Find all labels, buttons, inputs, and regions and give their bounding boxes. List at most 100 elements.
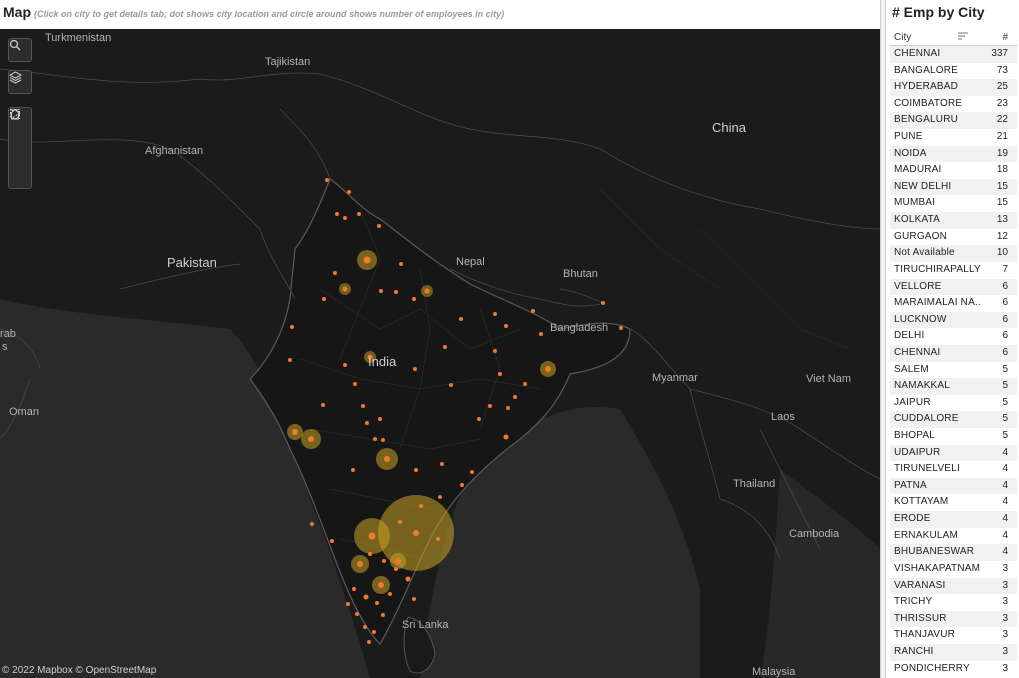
- table-row[interactable]: THANJAVUR 3: [890, 627, 1017, 644]
- table-row[interactable]: KOLKATA 13: [890, 212, 1017, 229]
- city-dot: [343, 216, 347, 220]
- table-row[interactable]: CUDDALORE 5: [890, 411, 1017, 429]
- city-name: THANJAVUR: [894, 629, 956, 641]
- city-dot: [292, 429, 298, 435]
- city-dot: [545, 366, 551, 372]
- city-dot: [470, 470, 474, 474]
- table-row[interactable]: MADURAI 18: [890, 162, 1017, 179]
- table-row[interactable]: NAMAKKAL 5: [890, 378, 1017, 395]
- city-dot: [438, 495, 442, 499]
- city-dot: [363, 625, 367, 629]
- map-canvas[interactable]: Turkmenistan Tajikistan Afghanistan Paki…: [0, 29, 880, 678]
- city-dot: [368, 532, 376, 540]
- city-dot: [343, 363, 347, 367]
- label-pakistan: Pakistan: [167, 255, 217, 270]
- city-dot: [363, 256, 371, 264]
- table-row[interactable]: VARANASI 3: [890, 577, 1017, 595]
- city-dot: [365, 421, 369, 425]
- city-dot: [382, 559, 386, 563]
- table-row[interactable]: PONDICHERRY 3: [890, 661, 1017, 678]
- label-arabia-partial-2: s: [2, 341, 8, 353]
- table-row[interactable]: NEW DELHI 15: [890, 178, 1017, 196]
- table-row[interactable]: TIRUCHIRAPALLY 7: [890, 262, 1017, 279]
- table-row[interactable]: Not Available 10: [890, 245, 1017, 262]
- employee-count: 5: [1002, 396, 1008, 408]
- table-row[interactable]: COIMBATORE 23: [890, 96, 1017, 113]
- table-row[interactable]: HYDERABAD 25: [890, 79, 1017, 96]
- employee-count: 15: [996, 180, 1008, 192]
- table-row[interactable]: JAIPUR 5: [890, 395, 1017, 412]
- table-row[interactable]: MARAIMALAI NA.. 6: [890, 295, 1017, 312]
- table-row[interactable]: VISHAKAPATNAM 3: [890, 561, 1017, 578]
- table-row[interactable]: ERNAKULAM 4: [890, 528, 1017, 545]
- rect-select-icon[interactable]: [10, 109, 30, 148]
- table-row[interactable]: BHUBANESWAR 4: [890, 544, 1017, 561]
- table-row[interactable]: TRICHY 3: [890, 594, 1017, 611]
- map-subtitle: (Click on city to get details tab; dot s…: [34, 9, 505, 19]
- map-layers-button[interactable]: [8, 70, 32, 94]
- city-dot: [372, 630, 376, 634]
- radial-select-icon[interactable]: [10, 109, 30, 168]
- city-dot: [619, 326, 623, 330]
- city-dot: [352, 587, 356, 591]
- table-row[interactable]: BHOPAL 5: [890, 428, 1017, 445]
- table-row[interactable]: DELHI 6: [890, 328, 1017, 345]
- city-dot: [384, 456, 390, 462]
- table-row[interactable]: THRISSUR 3: [890, 610, 1017, 628]
- city-dot: [449, 383, 453, 387]
- city-dot: [388, 592, 392, 596]
- city-dot: [290, 325, 294, 329]
- column-header-count[interactable]: #: [1002, 32, 1008, 43]
- table-row[interactable]: TIRUNELVELI 4: [890, 461, 1017, 478]
- employee-count: 3: [1002, 596, 1008, 608]
- employee-count: 5: [1002, 363, 1008, 375]
- city-name: VISHAKAPATNAM: [894, 562, 981, 574]
- table-row[interactable]: GURGAON 12: [890, 229, 1017, 246]
- table-row[interactable]: CHENNAI 6: [890, 344, 1017, 362]
- city-dot: [321, 403, 325, 407]
- table-row[interactable]: UDAIPUR 4: [890, 444, 1017, 462]
- city-dot: [395, 558, 401, 564]
- search-icon[interactable]: [9, 39, 30, 59]
- table-row[interactable]: NOIDA 19: [890, 145, 1017, 163]
- map-attribution[interactable]: © 2022 Mapbox © OpenStreetMap: [2, 665, 156, 676]
- table-row[interactable]: ERODE 4: [890, 511, 1017, 528]
- city-dot: [381, 438, 385, 442]
- table-row[interactable]: PATNA 4: [890, 477, 1017, 495]
- label-vietnam: Viet Nam: [806, 373, 852, 385]
- city-name: GURGAON: [894, 230, 948, 242]
- table-row[interactable]: LUCKNOW 6: [890, 311, 1017, 329]
- city-dot: [405, 576, 411, 582]
- employee-count: 13: [996, 214, 1008, 226]
- city-name: MARAIMALAI NA..: [894, 297, 981, 309]
- label-china: China: [712, 120, 746, 135]
- lasso-icon[interactable]: [10, 109, 30, 188]
- table-row[interactable]: SALEM 5: [890, 362, 1017, 379]
- city-dot: [357, 561, 363, 567]
- table-row[interactable]: KOTTAYAM 4: [890, 494, 1017, 511]
- city-dot: [531, 309, 535, 313]
- employee-count: 12: [996, 230, 1008, 242]
- table-row[interactable]: MUMBAI 15: [890, 195, 1017, 212]
- map-search-button[interactable]: [8, 38, 32, 62]
- city-dot: [347, 190, 351, 194]
- label-nepal: Nepal: [456, 256, 485, 268]
- table-row[interactable]: CHENNAI 337: [890, 46, 1017, 63]
- layers-icon[interactable]: [9, 71, 30, 91]
- table-row[interactable]: VELLORE 6: [890, 278, 1017, 296]
- employee-count: 3: [1002, 645, 1008, 657]
- table-row[interactable]: BENGALURU 22: [890, 112, 1017, 130]
- city-dot: [601, 301, 605, 305]
- table-row[interactable]: BANGALORE 73: [890, 63, 1017, 80]
- city-dot: [488, 404, 492, 408]
- city-name: TIRUNELVELI: [894, 463, 960, 475]
- employee-count: 6: [1002, 297, 1008, 309]
- city-dot: [506, 406, 510, 410]
- table-row[interactable]: PUNE 21: [890, 129, 1017, 146]
- label-myanmar: Myanmar: [652, 372, 698, 384]
- column-header-city[interactable]: City: [894, 32, 911, 43]
- table-row[interactable]: RANCHI 3: [890, 643, 1017, 661]
- city-name: TRICHY: [894, 596, 933, 608]
- panel-divider[interactable]: [880, 0, 886, 678]
- sort-icon[interactable]: [958, 32, 968, 42]
